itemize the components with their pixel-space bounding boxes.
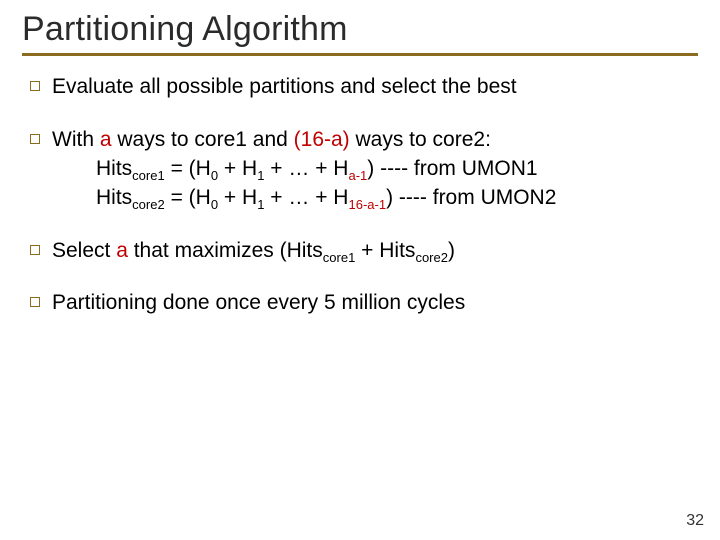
sub: 0 [211, 197, 218, 212]
t: + Hits [355, 239, 415, 262]
slide-title: Partitioning Algorithm [22, 10, 698, 49]
bullet-2-line1: Hitscore1 = (H0 + H1 + … + Ha-1) ---- fr… [96, 156, 698, 183]
expr-16-a: (16-a) [294, 128, 350, 151]
sub: core1 [323, 250, 356, 265]
t: Hits [96, 157, 132, 180]
bullet-1-text: Evaluate all possible partitions and sel… [52, 75, 517, 98]
title-underline [22, 53, 698, 56]
sub: core1 [132, 168, 165, 183]
t: + H [218, 157, 257, 180]
sub: core2 [132, 197, 165, 212]
t: that maximizes (Hits [128, 239, 323, 262]
bullet-2: With a ways to core1 and (16-a) ways to … [26, 127, 698, 212]
t: + … + H [264, 186, 348, 209]
bullet-1: Evaluate all possible partitions and sel… [26, 74, 698, 101]
t: = (H [165, 186, 211, 209]
var-a: a [116, 239, 128, 262]
bullet-2-line0: With a ways to core1 and (16-a) ways to … [52, 128, 491, 151]
sub: core2 [415, 250, 448, 265]
t: ) ---- from UMON1 [367, 157, 537, 180]
t: With [52, 128, 100, 151]
t: + H [218, 186, 257, 209]
t: ) [448, 239, 455, 262]
bullet-4-text: Partitioning done once every 5 million c… [52, 291, 465, 314]
var-a: a [100, 128, 112, 151]
slide: Partitioning Algorithm Evaluate all poss… [0, 0, 720, 540]
t: Hits [96, 186, 132, 209]
bullet-3: Select a that maximizes (Hitscore1 + Hit… [26, 238, 698, 265]
t: + … + H [264, 157, 348, 180]
sub: 0 [211, 168, 218, 183]
page-number: 32 [686, 512, 704, 530]
t: Select [52, 239, 116, 262]
t: ) ---- from UMON2 [386, 186, 556, 209]
t: ways to core2: [350, 128, 491, 151]
bullet-4: Partitioning done once every 5 million c… [26, 290, 698, 317]
bullet-2-line2: Hitscore2 = (H0 + H1 + … + H16-a-1) ----… [96, 185, 698, 212]
t: = (H [165, 157, 211, 180]
bullet-list: Evaluate all possible partitions and sel… [26, 74, 698, 317]
sub-a-1: a-1 [348, 168, 367, 183]
t: ways to core1 and [112, 128, 294, 151]
sub-16-a-1: 16-a-1 [348, 197, 386, 212]
